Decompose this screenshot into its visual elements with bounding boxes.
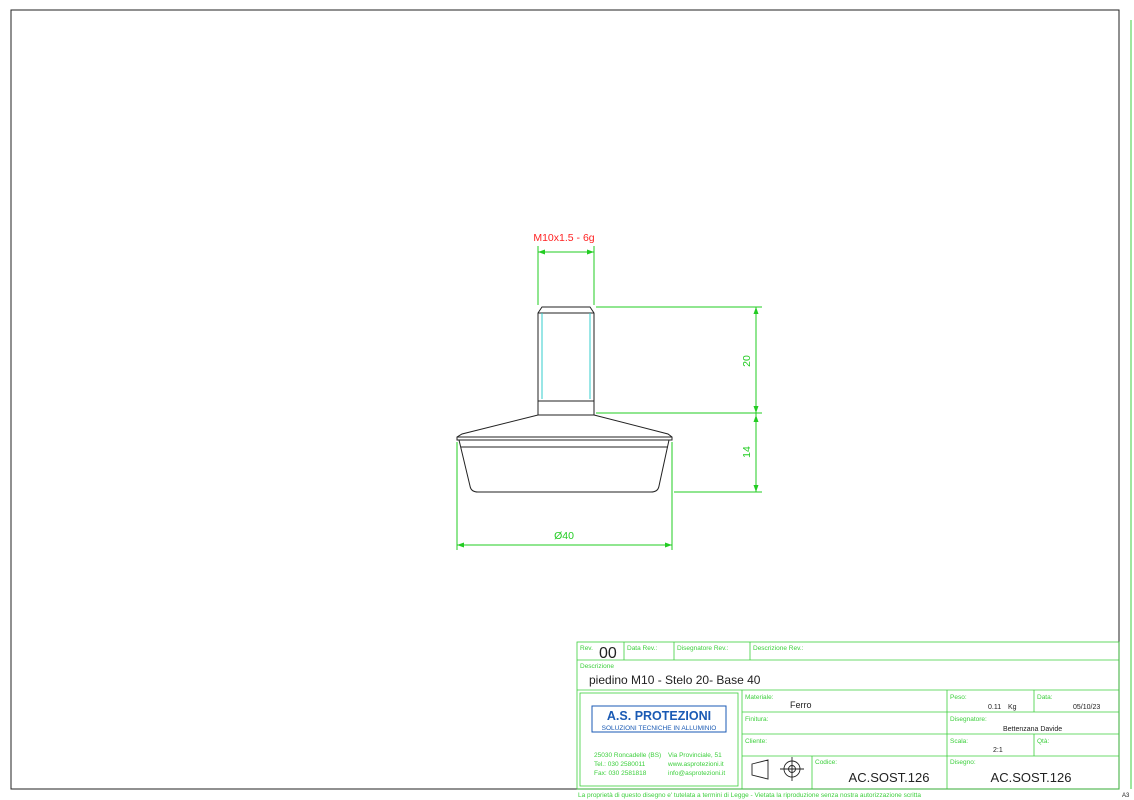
- descrizione-value: piedino M10 - Stelo 20- Base 40: [589, 673, 761, 687]
- drawing-sheet: M10x1.5 - 6g 20 14 Ø40 Rev. 00 Data Rev.…: [10, 9, 1132, 799]
- rev-label: Rev.: [580, 645, 593, 652]
- data-rev-label: Data Rev.:: [627, 645, 657, 652]
- footer-note: La proprietà di questo disegno e' tutela…: [578, 792, 921, 799]
- dim-base-diameter: Ø40: [554, 530, 574, 542]
- company-fax: Fax: 030 2581818: [594, 770, 647, 777]
- dimensions: [456, 246, 762, 550]
- data-value: 05/10/23: [1073, 704, 1100, 711]
- disegnatore-value: Bettenzana Davide: [1003, 726, 1062, 733]
- base-cone: [456, 414, 673, 441]
- scala-label: Scala:: [950, 738, 968, 745]
- scala-value: 2:1: [993, 747, 1003, 754]
- sheet-size: A3: [1122, 793, 1130, 799]
- rev-value: 00: [599, 645, 617, 662]
- company-address-2: Via Provinciale, 51: [668, 752, 722, 759]
- thread-callout: M10x1.5 - 6g: [533, 232, 594, 244]
- projection-symbol-icon: [751, 757, 804, 781]
- materiale-label: Materiale:: [745, 694, 774, 701]
- dimension-texts: M10x1.5 - 6g 20 14 Ø40: [533, 232, 753, 542]
- descrizione-rev-label: Descrizione Rev.:: [753, 645, 804, 652]
- stem-outline: [537, 306, 595, 402]
- disegnatore-label: Disegnatore:: [950, 716, 987, 723]
- disegno-value: AC.SOST.126: [991, 770, 1072, 785]
- finitura-label: Finitura:: [745, 716, 769, 723]
- company-email: info@asprotezioni.it: [668, 770, 725, 777]
- sheet-frame: [10, 9, 1120, 790]
- company-logo: A.S. PROTEZIONI SOLUZIONI TECNICHE IN AL…: [591, 705, 727, 733]
- company-address-1: 25030 Roncadelle (BS): [594, 752, 661, 759]
- company-tel: Tel.: 030 2580011: [594, 761, 646, 768]
- disegnatore-rev-label: Disegnatore Rev.:: [677, 645, 729, 652]
- stem-neck: [537, 400, 595, 416]
- disegno-label: Disegno:: [950, 759, 976, 766]
- codice-value: AC.SOST.126: [849, 770, 930, 785]
- title-block-texts: Rev. 00 Data Rev.: Disegnatore Rev.: Des…: [578, 645, 1130, 799]
- dim-base-height: 14: [741, 446, 753, 458]
- company-web: www.asprotezioni.it: [667, 761, 724, 768]
- dim-stem-length: 20: [741, 355, 753, 367]
- peso-value: 0.11: [988, 704, 1001, 711]
- codice-label: Codice:: [815, 759, 837, 766]
- peso-unit: Kg: [1008, 704, 1017, 711]
- cliente-label: Cliente:: [745, 738, 767, 745]
- materiale-value: Ferro: [790, 700, 812, 710]
- data-label: Data:: [1037, 694, 1053, 701]
- company-tagline: SOLUZIONI TECNICHE IN ALLUMINIO: [602, 725, 717, 732]
- base-cup: [458, 439, 670, 493]
- peso-label: Peso:: [950, 694, 967, 701]
- qta-label: Qtà:: [1037, 738, 1049, 745]
- descrizione-label: Descrizione: [580, 663, 614, 670]
- part-view: [456, 306, 673, 493]
- company-name: A.S. PROTEZIONI: [607, 709, 711, 723]
